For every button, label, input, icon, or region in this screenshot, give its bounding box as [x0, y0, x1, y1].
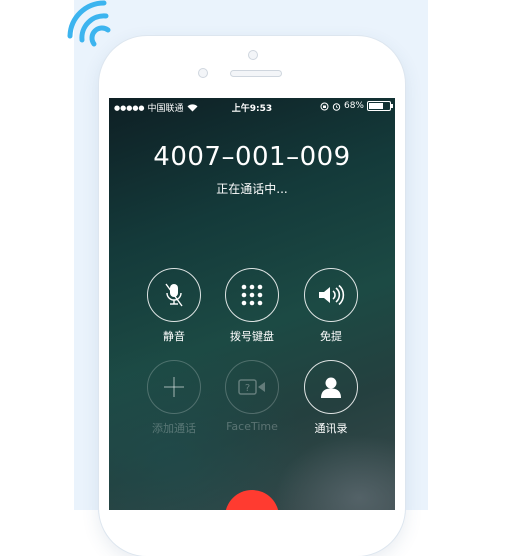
facetime-label: FaceTime [226, 420, 278, 433]
proximity-sensor [198, 68, 208, 78]
contacts-label: 通讯录 [314, 422, 348, 435]
front-camera [248, 50, 258, 60]
call-status: 正在通话中... [216, 182, 288, 196]
rotation-lock-icon [320, 102, 329, 110]
keypad-icon [241, 284, 263, 306]
add-call-icon [164, 377, 184, 397]
speaker-button[interactable]: 免提 [291, 268, 371, 344]
mute-button[interactable]: 静音 [134, 268, 214, 344]
add-call-label: 添加通话 [152, 422, 196, 435]
keypad-label: 拨号键盘 [230, 330, 274, 343]
speaker-icon [319, 284, 345, 306]
mute-icon [165, 283, 183, 307]
battery-icon [367, 101, 393, 111]
end-call-button[interactable] [225, 490, 279, 510]
alarm-icon [332, 102, 341, 111]
contacts-button[interactable]: 通讯录 [291, 360, 371, 436]
facetime-button[interactable]: ? FaceTime [212, 360, 292, 433]
speaker-label: 免提 [320, 330, 342, 343]
phone-screen: ●●●●● 中国联通 上午9:53 68% 4007–001–009 正在通话中… [109, 98, 395, 510]
keypad-button[interactable]: 拨号键盘 [212, 268, 292, 344]
battery-percent: 68% [343, 101, 364, 111]
call-number: 4007–001–009 [153, 142, 351, 172]
facetime-icon: ? [238, 379, 265, 395]
svg-text:?: ? [245, 383, 250, 394]
status-bar: ●●●●● 中国联通 上午9:53 68% [109, 98, 395, 116]
earpiece-speaker [230, 70, 282, 77]
mute-label: 静音 [163, 330, 185, 343]
contacts-icon [321, 377, 341, 398]
add-call-button[interactable]: 添加通话 [134, 360, 214, 436]
